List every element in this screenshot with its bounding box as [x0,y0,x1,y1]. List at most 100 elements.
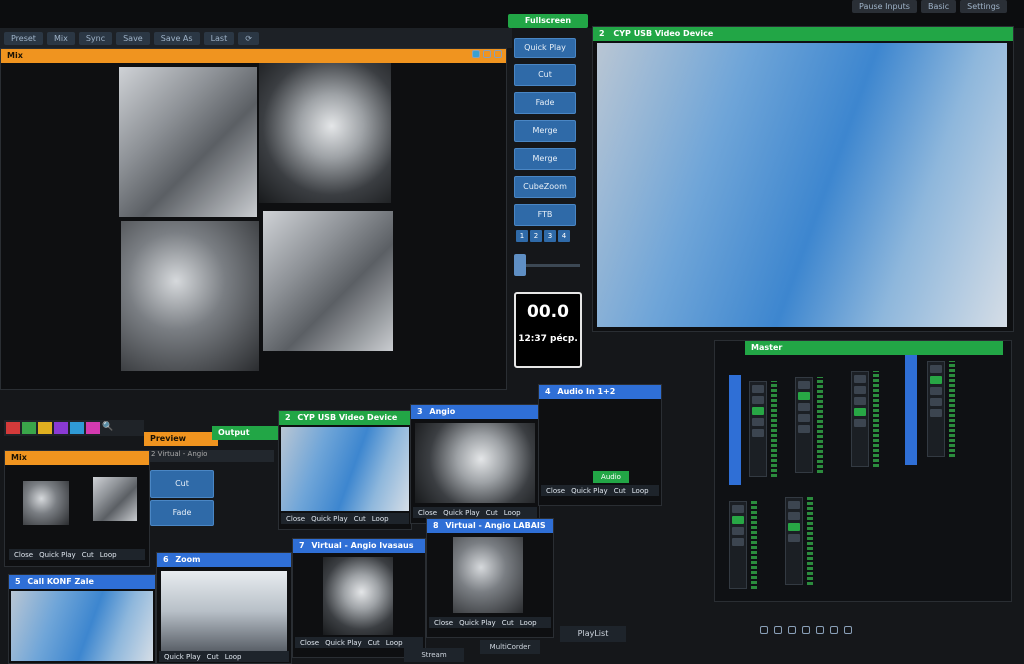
save-as-button[interactable]: Save As [153,31,200,45]
preview-header: Mix [1,49,506,63]
mini-cut-button[interactable]: Cut [150,470,214,498]
channel-3-fader[interactable] [851,371,869,467]
multicorder-button[interactable]: MultiCorder [480,640,540,654]
color-icon[interactable] [472,50,481,58]
multicorder-icon[interactable] [802,626,810,634]
save-button[interactable]: Save [116,31,150,45]
pink-swatch[interactable] [86,422,100,434]
input-7-tile[interactable]: 7 Virtual - Angio Ivasaus Close Quick Pl… [292,538,426,658]
transition-3-button[interactable]: 3 [544,230,556,242]
channel-6-fader[interactable] [785,497,803,585]
input-6-tile[interactable]: 6 Zoom Quick Play Cut Loop [156,552,292,664]
basic-button[interactable]: Basic [920,0,957,13]
playlist-button[interactable]: PlayList [560,626,626,642]
color-swatch-bar: 🔍 [4,420,144,436]
fullscreen-icon[interactable] [844,626,852,634]
status-icon-row [760,622,1010,638]
channel-5-fader[interactable] [729,501,747,589]
audio-button[interactable]: Audio [593,471,629,483]
input-5-title: Call KONF Zale [27,577,94,586]
fullscreen-button[interactable]: Fullscreen [508,14,588,28]
external-icon[interactable] [774,626,782,634]
fade-button[interactable]: Fade [514,92,576,114]
quick-play-button[interactable]: Quick Play [162,653,203,661]
transition-column: Fullscreen Quick Play Cut Fade Merge Mer… [508,14,588,384]
quick-play-button[interactable]: Quick Play [457,619,498,627]
cut-button[interactable]: Cut [80,551,96,559]
input-8-tile[interactable]: 8 Virtual - Angio LABAIS Close Quick Pla… [426,518,554,638]
close-button[interactable]: Close [544,487,567,495]
playlist-icon[interactable] [816,626,824,634]
quick-play-button[interactable]: Quick Play [441,509,482,517]
close-button[interactable]: Close [284,515,307,523]
cut-button[interactable]: Cut [484,509,500,517]
ftb-button[interactable]: FTB [514,204,576,226]
record-icon[interactable] [760,626,768,634]
green-swatch[interactable] [22,422,36,434]
mix-controls: Close Quick Play Cut Loop [9,549,145,560]
t-bar-slider[interactable] [514,254,580,276]
input-6-header: 6 Zoom [157,553,291,567]
cut-button[interactable]: Cut [352,515,368,523]
input-5-tile[interactable]: 5 Call KONF Zale [8,574,156,664]
merge-button-1[interactable]: Merge [514,120,576,142]
window-icon[interactable] [494,50,502,58]
cut-button[interactable]: Cut [205,653,221,661]
output-label: Output [212,426,284,440]
input-8-controls: Close Quick Play Cut Loop [429,617,551,628]
transition-4-button[interactable]: 4 [558,230,570,242]
stream-icon[interactable] [788,626,796,634]
cubezoom-button[interactable]: CubeZoom [514,176,576,198]
settings-button[interactable]: Settings [960,0,1007,13]
master-fader[interactable] [749,381,767,477]
input-8-number: 8 [433,521,439,530]
purple-swatch[interactable] [54,422,68,434]
channel-4-fader[interactable] [927,361,945,457]
close-button[interactable]: Close [416,509,439,517]
mix-button[interactable]: Mix [46,31,75,45]
close-button[interactable]: Close [432,619,455,627]
loop-button[interactable]: Loop [518,619,539,627]
settings-icon[interactable] [483,50,492,58]
channel-2-fader[interactable] [795,377,813,473]
quick-play-button[interactable]: Quick Play [569,487,610,495]
quick-play-button[interactable]: Quick Play [514,38,576,58]
loop-button[interactable]: Loop [98,551,119,559]
quick-play-button[interactable]: Quick Play [309,515,350,523]
mini-fade-button[interactable]: Fade [150,500,214,526]
loop-button[interactable]: Loop [223,653,244,661]
last-button[interactable]: Last [203,31,235,45]
mixer-header: Master [745,341,1003,355]
pause-inputs-button[interactable]: Pause Inputs [852,0,917,13]
menu-bar: Preset Mix Sync Save Save As Last ⟳ [0,28,512,48]
loop-button[interactable]: Loop [502,509,523,517]
quick-play-button[interactable]: Quick Play [323,639,364,647]
cut-button[interactable]: Cut [500,619,516,627]
search-icon[interactable]: 🔍 [102,422,113,434]
merge-button-2[interactable]: Merge [514,148,576,170]
close-button[interactable]: Close [298,639,321,647]
transition-1-button[interactable]: 1 [516,230,528,242]
close-button[interactable]: Close [12,551,35,559]
preset-button[interactable]: Preset [4,31,43,45]
cut-button[interactable]: Cut [366,639,382,647]
loop-button[interactable]: Loop [630,487,651,495]
cut-button[interactable]: Cut [612,487,628,495]
loop-button[interactable]: Loop [384,639,405,647]
output-number: 2 [599,29,605,38]
input-4-tile[interactable]: 4 Audio In 1+2 Close Quick Play Cut Loop… [538,384,662,506]
red-swatch[interactable] [6,422,20,434]
input-3-tile[interactable]: 3 Angio Close Quick Play Cut Loop [410,404,540,524]
transition-2-button[interactable]: 2 [530,230,542,242]
refresh-icon[interactable]: ⟳ [238,31,259,45]
stream-button[interactable]: Stream [404,648,464,662]
blue-swatch[interactable] [70,422,84,434]
yellow-swatch[interactable] [38,422,52,434]
mix-input-tile[interactable]: Mix Close Quick Play Cut Loop [4,450,150,567]
cut-button[interactable]: Cut [514,64,576,86]
sync-button[interactable]: Sync [78,31,113,45]
loop-button[interactable]: Loop [370,515,391,523]
overlay-icon[interactable] [830,626,838,634]
input-2-tile[interactable]: 2 CYP USB Video Device Close Quick Play … [278,410,412,530]
quick-play-button[interactable]: Quick Play [37,551,78,559]
